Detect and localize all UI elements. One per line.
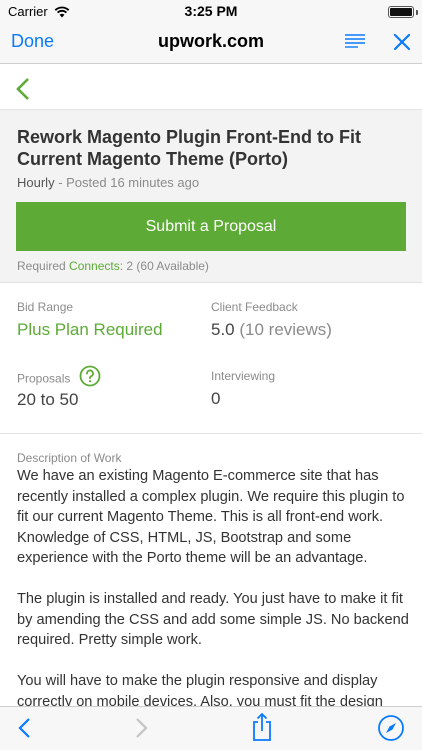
browser-toolbar xyxy=(0,706,422,750)
proposals-label-row: Proposals xyxy=(17,365,101,390)
clock: 3:25 PM xyxy=(184,3,238,19)
client-feedback-value: 5.0 (10 reviews) xyxy=(211,320,332,340)
chevron-left-icon[interactable] xyxy=(14,77,32,106)
question-circle-icon[interactable] xyxy=(79,365,101,390)
client-feedback-reviews[interactable]: (10 reviews) xyxy=(235,320,332,339)
connects-link[interactable]: Connects xyxy=(69,259,120,273)
job-header: Rework Magento Plugin Front-End to Fit C… xyxy=(0,110,422,283)
battery-tip xyxy=(416,10,418,15)
job-posted-time: - Posted 16 minutes ago xyxy=(54,175,200,190)
description-paragraph: You will have to make the plugin respons… xyxy=(17,673,383,708)
bid-range: Bid Range Plus Plan Required xyxy=(17,300,163,340)
close-x-icon[interactable] xyxy=(392,32,412,57)
interviewing-label: Interviewing xyxy=(211,369,276,383)
proposals-value: 20 to 50 xyxy=(17,390,79,409)
description-paragraph: We have an existing Magento E-commerce s… xyxy=(17,468,405,566)
browser-header: Done upwork.com xyxy=(0,22,422,65)
share-icon[interactable] xyxy=(251,712,273,747)
bid-range-label: Bid Range xyxy=(17,300,74,314)
interviewing: Interviewing 0 xyxy=(211,369,275,409)
required-connects: Required Connects: 2 (60 Available) xyxy=(17,259,209,273)
battery-icon xyxy=(388,6,414,18)
connects-count: : 2 (60 Available) xyxy=(119,259,209,273)
section-divider xyxy=(0,433,422,434)
page-back-row xyxy=(0,64,422,110)
connects-prefix: Required xyxy=(17,259,70,273)
client-feedback-score: 5.0 xyxy=(211,320,235,339)
chevron-right-icon[interactable] xyxy=(133,715,149,746)
compass-icon[interactable] xyxy=(377,714,405,747)
job-type: Hourly xyxy=(17,175,55,190)
description-label: Description of Work xyxy=(17,451,122,465)
chevron-left-icon[interactable] xyxy=(17,715,33,746)
submit-proposal-button[interactable]: Submit a Proposal xyxy=(16,202,406,251)
job-meta: Hourly - Posted 16 minutes ago xyxy=(17,175,199,190)
client-feedback-label: Client Feedback xyxy=(211,300,298,314)
description-paragraph: The plugin is installed and ready. You j… xyxy=(17,591,409,648)
bid-range-value[interactable]: Plus Plan Required xyxy=(17,320,163,340)
reader-lines-icon[interactable] xyxy=(344,33,366,56)
interviewing-value: 0 xyxy=(211,389,221,408)
proposals: Proposals 20 to 50 xyxy=(17,365,101,410)
job-title: Rework Magento Plugin Front-End to Fit C… xyxy=(17,127,361,169)
client-feedback: Client Feedback 5.0 (10 reviews) xyxy=(211,300,332,340)
status-bar: Carrier 3:25 PM xyxy=(0,0,422,22)
job-description: We have an existing Magento E-commerce s… xyxy=(17,466,409,708)
proposals-label: Proposals xyxy=(17,371,71,386)
